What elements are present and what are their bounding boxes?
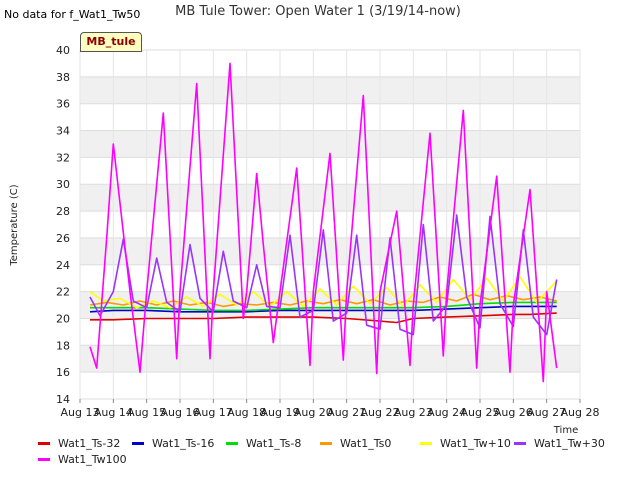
legend-swatch xyxy=(226,442,238,445)
y-tick-label: 38 xyxy=(56,71,70,84)
y-tick-label: 24 xyxy=(56,259,70,272)
legend-swatch xyxy=(38,458,50,461)
legend-label: Wat1_Tw+30 xyxy=(534,437,605,450)
y-tick-label: 40 xyxy=(56,44,70,57)
x-axis-label: Time xyxy=(553,425,578,436)
y-ticks: 14 16 18 20 22 24 26 28 30 32 34 36 38 40 xyxy=(56,44,70,406)
legend-swatch xyxy=(320,442,332,445)
legend-swatch xyxy=(132,442,144,445)
legend-label: Wat1_Ts0 xyxy=(340,437,392,450)
legend-swatch xyxy=(420,442,432,445)
y-tick-label: 16 xyxy=(56,366,70,379)
legend-label: Wat1_Ts-32 xyxy=(58,437,121,450)
site-badge: MB_tule xyxy=(80,32,142,52)
chart-title: MB Tule Tower: Open Water 1 (3/19/14-now… xyxy=(175,4,461,19)
y-tick-label: 32 xyxy=(56,151,70,164)
y-axis-label: Temperature (C) xyxy=(9,184,20,266)
legend-label: Wat1_Tw100 xyxy=(58,453,127,466)
y-tick-label: 14 xyxy=(56,393,70,406)
plot-band xyxy=(80,345,580,373)
legend-item: Wat1_Ts-8 xyxy=(226,437,301,450)
plot-band xyxy=(80,76,580,104)
legend-label: Wat1_Ts-16 xyxy=(152,437,215,450)
x-ticks: Aug 13Aug 14Aug 15Aug 16Aug 17Aug 18Aug … xyxy=(61,399,600,419)
legend-item: Wat1_Tw+10 xyxy=(420,437,511,450)
legend-item: Wat1_Ts0 xyxy=(320,437,391,450)
y-tick-label: 34 xyxy=(56,125,70,138)
y-tick-label: 36 xyxy=(56,98,70,111)
legend-item: Wat1_Ts-32 xyxy=(38,437,120,450)
legend-item: Wat1_Tw100 xyxy=(38,453,127,466)
y-tick-label: 22 xyxy=(56,286,70,299)
legend-swatch xyxy=(514,442,526,445)
legend-item: Wat1_Tw+30 xyxy=(514,437,605,450)
plot-band xyxy=(80,237,580,265)
y-tick-label: 26 xyxy=(56,232,70,245)
x-tick-label: Aug 28 xyxy=(561,406,600,419)
legend-swatch xyxy=(38,442,50,445)
legend-item: Wat1_Ts-16 xyxy=(132,437,214,450)
y-tick-label: 30 xyxy=(56,178,70,191)
chart-svg: 14 16 18 20 22 24 26 28 30 32 34 36 38 40 Aug 13Aug 1… xyxy=(9,4,600,436)
y-tick-label: 18 xyxy=(56,339,70,352)
y-tick-label: 28 xyxy=(56,205,70,218)
legend-label: Wat1_Tw+10 xyxy=(440,437,511,450)
legend-label: Wat1_Ts-8 xyxy=(246,437,302,450)
y-tick-label: 20 xyxy=(56,312,70,325)
